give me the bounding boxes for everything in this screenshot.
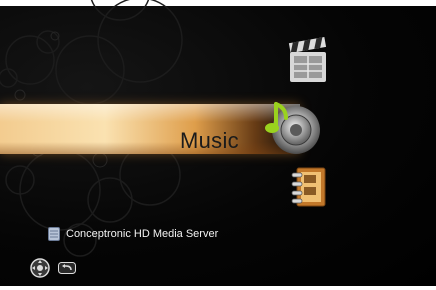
menu-label-music[interactable]: Music — [180, 128, 239, 154]
photo-album-icon[interactable] — [289, 166, 329, 210]
music-speaker-icon[interactable] — [262, 98, 322, 158]
bottom-border — [0, 286, 436, 290]
media-menu-screen: Music Conceptronic HD Media Server — [0, 0, 436, 290]
dpad-icon — [30, 258, 50, 278]
navigation-hints — [30, 258, 76, 278]
server-icon — [48, 227, 60, 241]
back-arrow-icon — [58, 262, 76, 274]
film-clapperboard-icon[interactable] — [286, 36, 330, 86]
media-server-status: Conceptronic HD Media Server — [48, 226, 218, 242]
server-label: Conceptronic HD Media Server — [66, 228, 219, 240]
selected-menu-highlight[interactable] — [0, 104, 300, 154]
